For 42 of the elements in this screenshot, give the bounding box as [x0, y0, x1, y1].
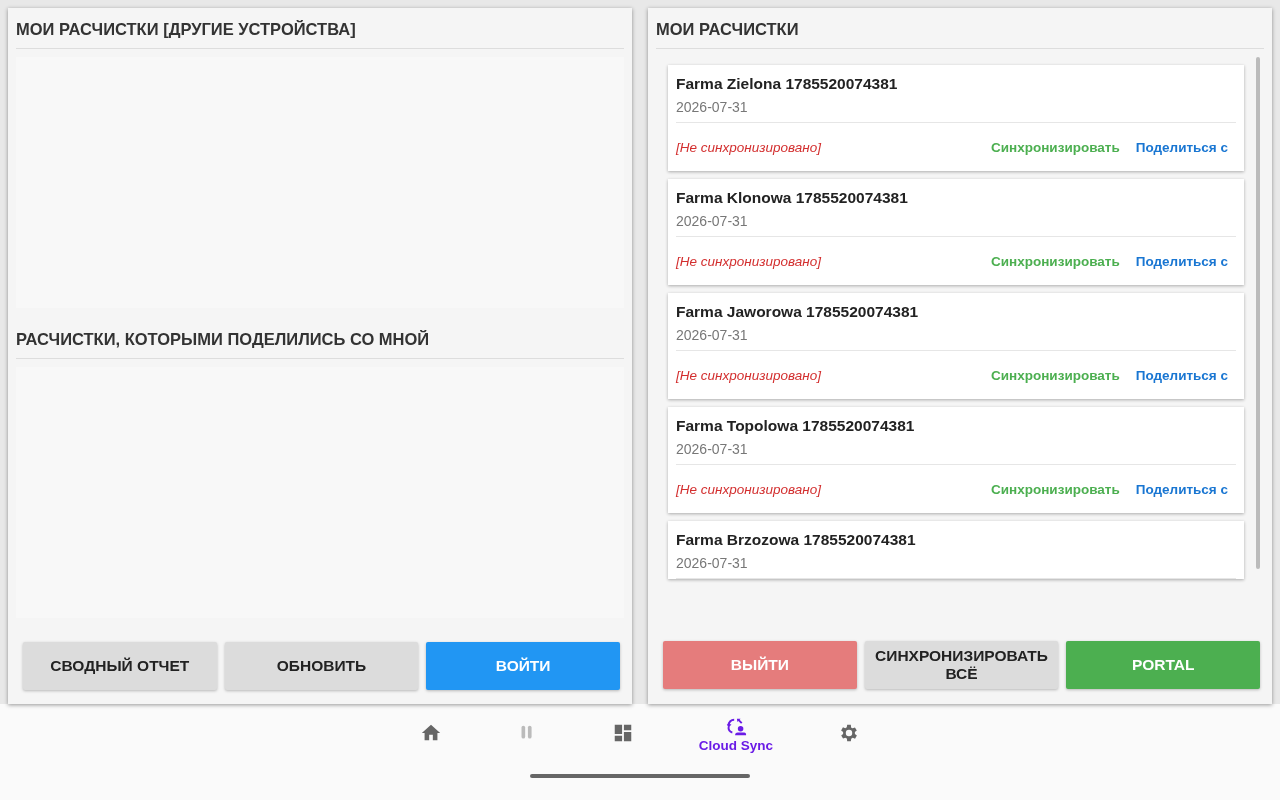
- sync-link[interactable]: Синхронизировать: [991, 139, 1120, 155]
- clearing-date: 2026-07-31: [676, 213, 1236, 237]
- gesture-handle[interactable]: [530, 774, 750, 778]
- clearing-date: 2026-07-31: [676, 327, 1236, 351]
- clearing-date: 2026-07-31: [676, 441, 1236, 465]
- share-link[interactable]: Поделиться с: [1135, 253, 1228, 269]
- sync-status: [Не синхронизировано]: [676, 481, 823, 497]
- sync-link[interactable]: Синхронизировать: [991, 253, 1120, 269]
- dashboard-icon: [612, 722, 634, 744]
- clearing-name: Farma Topolowa 1785520074381: [676, 417, 916, 435]
- sync-link[interactable]: Синхронизировать: [991, 367, 1120, 383]
- settings-icon: [838, 722, 860, 744]
- clearing-card[interactable]: Farma Zielona 1785520074381 2026-07-31 [Не синхронизировано] Синхронизировать Поделиться с: [668, 65, 1244, 171]
- clearing-name: Farma Brzozowa 1785520074381: [676, 531, 917, 549]
- section-title: МОИ РАСЧИСТКИ [ДРУГИЕ УСТРОЙСТВА]: [16, 8, 624, 49]
- action-button[interactable]: СВОДНЫЙ ОТЧЕТ: [23, 642, 217, 690]
- sync-status: [Не синхронизировано]: [676, 253, 823, 269]
- section-title: МОИ РАСЧИСТКИ: [656, 8, 1264, 49]
- action-button[interactable]: СИНХРОНИЗИРОВАТЬ ВСЁ: [864, 641, 1059, 689]
- clearing-card[interactable]: Farma Brzozowa 1785520074381 2026-07-31: [668, 521, 1244, 579]
- clearing-date: 2026-07-31: [676, 99, 1236, 123]
- clearing-card[interactable]: Farma Klonowa 1785520074381 2026-07-31 [Не синхронизировано] Синхронизировать Поделиться с: [668, 179, 1244, 285]
- nav-tab[interactable]: Cloud Sync: [691, 716, 781, 760]
- clearing-card[interactable]: Farma Jaworowa 1785520074381 2026-07-31 [Не синхронизировано] Синхронизировать Поделиться с: [668, 293, 1244, 399]
- share-link[interactable]: Поделиться с: [1135, 367, 1228, 383]
- scrollbar[interactable]: [1256, 57, 1260, 569]
- sync-status: [Не синхронизировано]: [676, 139, 823, 155]
- cloud-sync-icon: [725, 716, 747, 738]
- clearing-name: Farma Jaworowa 1785520074381: [676, 303, 920, 321]
- clearing-date: 2026-07-31: [676, 555, 1236, 579]
- action-button[interactable]: ОБНОВИТЬ: [224, 642, 419, 690]
- share-link[interactable]: Поделиться с: [1135, 481, 1228, 497]
- clearing-name: Farma Klonowa 1785520074381: [676, 189, 909, 207]
- sync-status: [Не синхронизировано]: [676, 367, 823, 383]
- clearing-card[interactable]: Farma Topolowa 1785520074381 2026-07-31 [Не синхронизировано] Синхронизировать Поделиться с: [668, 407, 1244, 513]
- clearing-name: Farma Zielona 1785520074381: [676, 75, 899, 93]
- action-button[interactable]: ВОЙТИ: [426, 642, 620, 690]
- sync-link[interactable]: Синхронизировать: [991, 481, 1120, 497]
- logout-button[interactable]: ВЫЙТИ: [663, 641, 857, 689]
- share-link[interactable]: Поделиться с: [1135, 139, 1228, 155]
- section-title: РАСЧИСТКИ, КОТОРЫМИ ПОДЕЛИЛИСЬ СО МНОЙ: [16, 318, 624, 359]
- action-button[interactable]: PORTAL: [1066, 641, 1260, 689]
